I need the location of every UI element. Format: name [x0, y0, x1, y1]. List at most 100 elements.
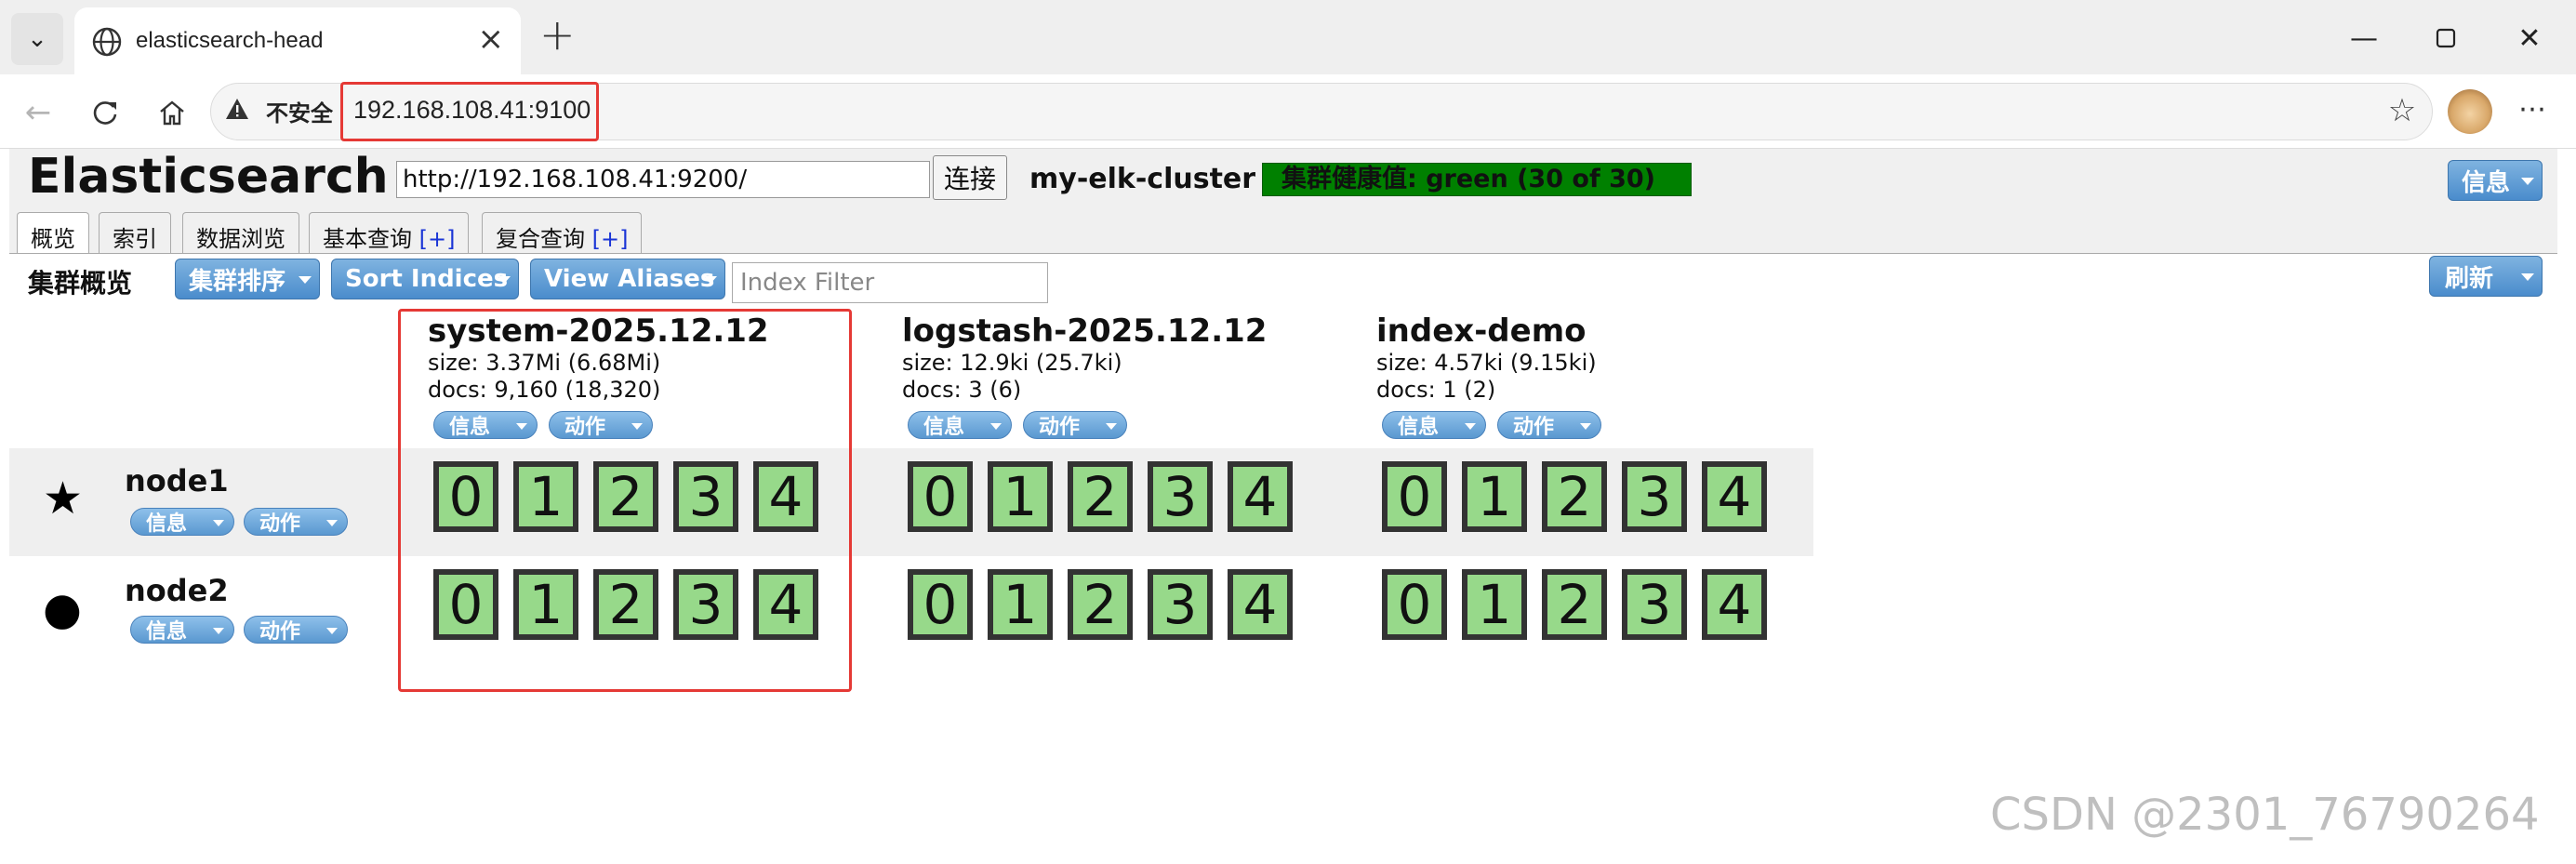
shard-box[interactable]: 1 [988, 569, 1053, 640]
chevron-down-icon [2521, 273, 2534, 281]
node-info-label: 信息 [146, 512, 188, 536]
shard-box[interactable]: 0 [1382, 461, 1447, 532]
index-info-label: 信息 [1398, 416, 1440, 439]
node-name: node1 [125, 463, 229, 498]
sort-cluster-button[interactable]: 集群排序 [175, 259, 320, 299]
index-info-button[interactable]: 信息 [908, 411, 1012, 439]
maximize-icon[interactable] [2418, 15, 2474, 61]
new-tab-icon[interactable]: + [539, 9, 576, 60]
tab-label: 基本查询 [323, 226, 412, 252]
shard-box[interactable]: 3 [1622, 569, 1687, 640]
shard-box[interactable]: 4 [1702, 461, 1767, 532]
shard-box[interactable]: 4 [1228, 569, 1293, 640]
sort-cluster-label: 集群排序 [189, 267, 286, 296]
cluster-name: my-elk-cluster [1029, 163, 1256, 195]
node-info-button[interactable]: 信息 [130, 616, 234, 644]
tab-label: 索引 [113, 226, 157, 252]
index-info-button[interactable]: 信息 [1382, 411, 1486, 439]
node-name: node2 [125, 573, 229, 608]
more-menu-icon[interactable]: ⋯ [2518, 93, 2546, 126]
shard-box[interactable]: 4 [1702, 569, 1767, 640]
view-aliases-label: View Aliases [544, 265, 715, 293]
chevron-down-icon [326, 520, 338, 526]
shard-box[interactable]: 0 [908, 569, 973, 640]
index-filter-input[interactable]: Index Filter [732, 262, 1048, 303]
tab-label: 复合查询 [496, 226, 585, 252]
node-action-button[interactable]: 动作 [244, 508, 348, 536]
shard-box[interactable]: 0 [1382, 569, 1447, 640]
app-title: Elasticsearch [28, 149, 389, 205]
close-window-icon[interactable]: ✕ [2502, 15, 2557, 61]
index-action-label: 动作 [1039, 416, 1081, 439]
refresh-label: 刷新 [2445, 264, 2494, 293]
globe-icon [92, 27, 122, 57]
index-size: size: 4.57ki (9.15ki) [1376, 350, 1597, 376]
tab-list-menu-button[interactable]: ⌄ [11, 13, 63, 65]
index-docs: docs: 1 (2) [1376, 377, 1496, 403]
shard-box[interactable]: 3 [1148, 461, 1213, 532]
chevron-down-icon [990, 423, 1002, 430]
warning-icon [226, 99, 248, 119]
favorite-star-icon[interactable]: ☆ [2381, 89, 2423, 132]
node-info-button[interactable]: 信息 [130, 508, 234, 536]
shard-box[interactable]: 1 [988, 461, 1053, 532]
shard-box[interactable]: 3 [1148, 569, 1213, 640]
connect-button[interactable]: 连接 [933, 155, 1007, 200]
tab-overview[interactable]: 概览 [17, 212, 89, 257]
shard-box[interactable]: 3 [1622, 461, 1687, 532]
chevron-down-icon [326, 628, 338, 634]
sort-indices-button[interactable]: Sort Indices [331, 259, 519, 299]
connection-url-input[interactable]: http://192.168.108.41:9200/ [396, 161, 930, 198]
tab-basic-query[interactable]: 基本查询 [+] [309, 212, 470, 255]
home-icon[interactable] [151, 91, 193, 134]
star-icon: ★ [43, 472, 84, 525]
refresh-button[interactable]: 刷新 [2429, 256, 2543, 297]
index-docs: docs: 3 (6) [902, 377, 1022, 403]
tab-label: 概览 [31, 226, 75, 252]
node-info-label: 信息 [146, 620, 188, 644]
shard-box[interactable]: 0 [908, 461, 973, 532]
shard-box[interactable]: 4 [1228, 461, 1293, 532]
shard-box[interactable]: 2 [1542, 569, 1607, 640]
chevron-down-icon [299, 276, 312, 284]
shard-box[interactable]: 2 [1542, 461, 1607, 532]
shard-box[interactable]: 2 [1068, 461, 1133, 532]
shard-box[interactable]: 1 [1462, 461, 1527, 532]
tab-label: 数据浏览 [196, 226, 285, 252]
browser-tab[interactable]: elasticsearch-head × [74, 7, 521, 74]
tab-title: elasticsearch-head [136, 28, 324, 53]
chevron-down-icon [2521, 178, 2534, 185]
tab-browser[interactable]: 数据浏览 [182, 212, 299, 255]
shard-box[interactable]: 2 [1068, 569, 1133, 640]
index-action-label: 动作 [1513, 416, 1555, 439]
tab-add-link[interactable]: [+] [419, 226, 456, 252]
view-aliases-button[interactable]: View Aliases [530, 259, 725, 299]
index-name: index-demo [1376, 312, 1587, 350]
chevron-down-icon [1580, 423, 1591, 430]
tab-add-link[interactable]: [+] [592, 226, 629, 252]
overview-title: 集群概览 [28, 268, 133, 299]
back-icon[interactable]: ← [17, 91, 60, 134]
security-status-label[interactable]: 不安全 [266, 95, 333, 127]
watermark: CSDN @2301_76790264 [1990, 789, 2540, 841]
avatar[interactable] [2448, 89, 2492, 134]
node-action-label: 动作 [259, 620, 301, 644]
tab-compound-query[interactable]: 复合查询 [+] [482, 212, 643, 255]
chevron-down-icon [213, 628, 224, 634]
circle-icon: ● [43, 583, 82, 635]
shard-box[interactable]: 1 [1462, 569, 1527, 640]
url-text[interactable]: 192.168.108.41:9100 [353, 96, 591, 125]
node-action-label: 动作 [259, 512, 301, 536]
chevron-down-icon [1465, 423, 1476, 430]
minimize-icon[interactable]: — [2336, 15, 2392, 61]
info-menu-button[interactable]: 信息 [2448, 160, 2543, 201]
index-action-button[interactable]: 动作 [1497, 411, 1601, 439]
sort-indices-label: Sort Indices [345, 265, 509, 293]
tab-indices[interactable]: 索引 [99, 212, 171, 255]
index-info-label: 信息 [923, 416, 965, 439]
close-tab-icon[interactable]: × [478, 20, 505, 58]
node-action-button[interactable]: 动作 [244, 616, 348, 644]
chevron-down-icon [498, 276, 511, 284]
index-action-button[interactable]: 动作 [1023, 411, 1127, 439]
reload-icon[interactable] [84, 91, 126, 134]
